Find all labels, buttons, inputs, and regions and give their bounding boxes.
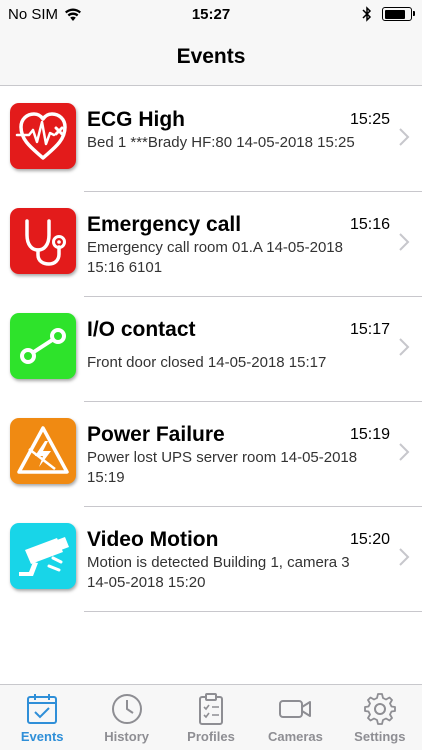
event-row-video-motion[interactable]: Video Motion 15:20 Motion is detected Bu…	[0, 507, 422, 612]
navigation-bar: Events	[0, 30, 422, 86]
tab-settings[interactable]: Settings	[338, 685, 422, 750]
event-title: Video Motion	[87, 528, 219, 551]
event-title: I/O contact	[87, 318, 196, 341]
tab-label: Settings	[354, 729, 406, 744]
page-title: Events	[176, 45, 246, 68]
event-time: 15:16	[349, 216, 390, 233]
event-time: 15:17	[349, 321, 390, 338]
gear-icon	[363, 693, 396, 725]
event-time: 15:19	[349, 426, 390, 443]
battery-fill	[384, 9, 405, 19]
stethoscope-icon	[10, 208, 76, 274]
power-warning-icon	[10, 418, 76, 484]
status-right	[362, 6, 415, 22]
event-row-power-failure[interactable]: Power Failure 15:19 Power lost UPS serve…	[0, 402, 422, 507]
event-description: Emergency call room 01.A 14-05-2018 15:1…	[87, 239, 343, 276]
event-time: 15:25	[349, 111, 390, 128]
clock-icon	[111, 694, 142, 724]
clipboard-icon	[199, 693, 224, 725]
chevron-right-icon	[399, 128, 410, 146]
tab-history[interactable]: History	[84, 685, 168, 750]
chevron-right-icon	[399, 338, 410, 356]
bluetooth-icon	[362, 6, 372, 22]
tab-profiles[interactable]: Profiles	[169, 685, 253, 750]
chevron-right-icon	[399, 233, 410, 251]
battery-icon	[382, 7, 415, 21]
event-row-io-contact[interactable]: I/O contact 15:17 Front door closed 14-0…	[0, 297, 422, 402]
calendar-check-icon	[27, 694, 58, 724]
event-description: Motion is detected Building 1, camera 3 …	[87, 554, 350, 591]
status-bar: No SIM 15:27	[0, 0, 422, 30]
tab-events[interactable]: Events	[0, 685, 84, 750]
heart-ecg-icon	[10, 103, 76, 169]
tab-label: Profiles	[187, 729, 235, 744]
tab-bar: Events History Profiles Cameras Settings	[0, 684, 422, 750]
io-contact-icon	[10, 313, 76, 379]
event-description: Bed 1 ***Brady HF:80 14-05-2018 15:25	[87, 134, 355, 151]
camera-motion-icon	[10, 523, 76, 589]
event-description: Front door closed 14-05-2018 15:17	[87, 354, 327, 371]
tab-cameras[interactable]: Cameras	[253, 685, 337, 750]
tab-label: Events	[20, 729, 64, 744]
chevron-right-icon	[399, 443, 410, 461]
tab-label: Cameras	[267, 729, 323, 744]
tab-label: History	[104, 729, 149, 744]
video-camera-icon	[279, 700, 312, 718]
event-time: 15:20	[349, 531, 390, 548]
row-divider	[84, 611, 422, 612]
event-list: ECG High 15:25 Bed 1 ***Brady HF:80 14-0…	[0, 87, 422, 612]
chevron-right-icon	[399, 548, 410, 566]
event-title: Power Failure	[87, 423, 225, 446]
event-title: Emergency call	[87, 213, 242, 236]
event-description: Power lost UPS server room 14-05-2018 15…	[87, 449, 358, 486]
status-time: 15:27	[191, 6, 231, 23]
event-title: ECG High	[87, 108, 185, 131]
event-row-ecg-high[interactable]: ECG High 15:25 Bed 1 ***Brady HF:80 14-0…	[0, 87, 422, 192]
event-row-emergency-call[interactable]: Emergency call 15:16 Emergency call room…	[0, 192, 422, 297]
